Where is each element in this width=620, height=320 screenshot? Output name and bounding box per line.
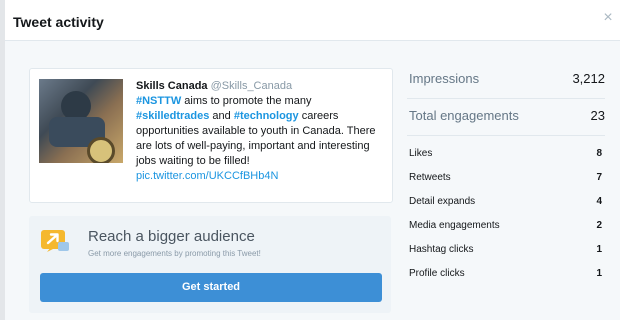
close-icon[interactable]: ×: [600, 10, 616, 26]
tweet-body-text: and: [209, 110, 234, 122]
stat-row-media-engagements: Media engagements 2: [407, 213, 605, 237]
stat-row-total-engagements: Total engagements 23: [407, 99, 605, 136]
dialog-title: Tweet activity: [13, 14, 104, 30]
stat-value: 4: [596, 196, 602, 207]
stat-row-detail-expands: Detail expands 4: [407, 189, 605, 213]
stat-label: Impressions: [409, 71, 480, 86]
stat-label: Detail expands: [409, 196, 476, 207]
stat-label: Profile clicks: [409, 268, 465, 279]
tweet-handle[interactable]: @Skills_Canada: [211, 80, 293, 92]
hashtag-link[interactable]: #skilledtrades: [136, 110, 209, 122]
dialog-header: Tweet activity ×: [5, 0, 620, 41]
stat-label: Media engagements: [409, 220, 500, 231]
stat-value: 23: [590, 108, 605, 123]
tweet-body-text: aims to promote the many: [181, 95, 312, 107]
get-started-button[interactable]: Get started: [40, 273, 382, 302]
stat-value: 1: [596, 268, 602, 279]
stat-value: 2: [596, 220, 602, 231]
promote-panel: Reach a bigger audience Get more engagem…: [29, 216, 391, 313]
stat-row-likes: Likes 8: [407, 141, 605, 165]
tweet-author[interactable]: Skills Canada: [136, 80, 208, 92]
hashtag-link[interactable]: #technology: [234, 110, 299, 122]
stat-value: 8: [596, 148, 602, 159]
engagement-stats: Impressions 3,212 Total engagements 23 L…: [407, 62, 605, 285]
media-link[interactable]: pic.twitter.com/UKCCfBHb4N: [136, 170, 278, 182]
stat-label: Likes: [409, 148, 433, 159]
tweet-media-image[interactable]: [39, 79, 123, 163]
stat-row-hashtag-clicks: Hashtag clicks 1: [407, 237, 605, 261]
hashtag-link[interactable]: #NSTTW: [136, 95, 181, 107]
stat-row-impressions: Impressions 3,212: [407, 62, 605, 99]
stat-label: Retweets: [409, 172, 451, 183]
stat-value: 7: [596, 172, 602, 183]
tweet-card[interactable]: Skills Canada @Skills_Canada #NSTTW aims…: [29, 68, 393, 203]
tweet-text: Skills Canada @Skills_Canada #NSTTW aims…: [136, 79, 386, 184]
stat-label: Hashtag clicks: [409, 244, 474, 255]
stat-label: Total engagements: [409, 108, 519, 123]
stat-value: 3,212: [572, 71, 605, 86]
promo-subtitle: Get more engagements by promoting this T…: [88, 249, 261, 258]
stat-value: 1: [596, 244, 602, 255]
stat-row-retweets: Retweets 7: [407, 165, 605, 189]
promote-arrow-icon: [41, 230, 69, 252]
stat-row-profile-clicks: Profile clicks 1: [407, 261, 605, 285]
promo-title: Reach a bigger audience: [88, 228, 255, 245]
